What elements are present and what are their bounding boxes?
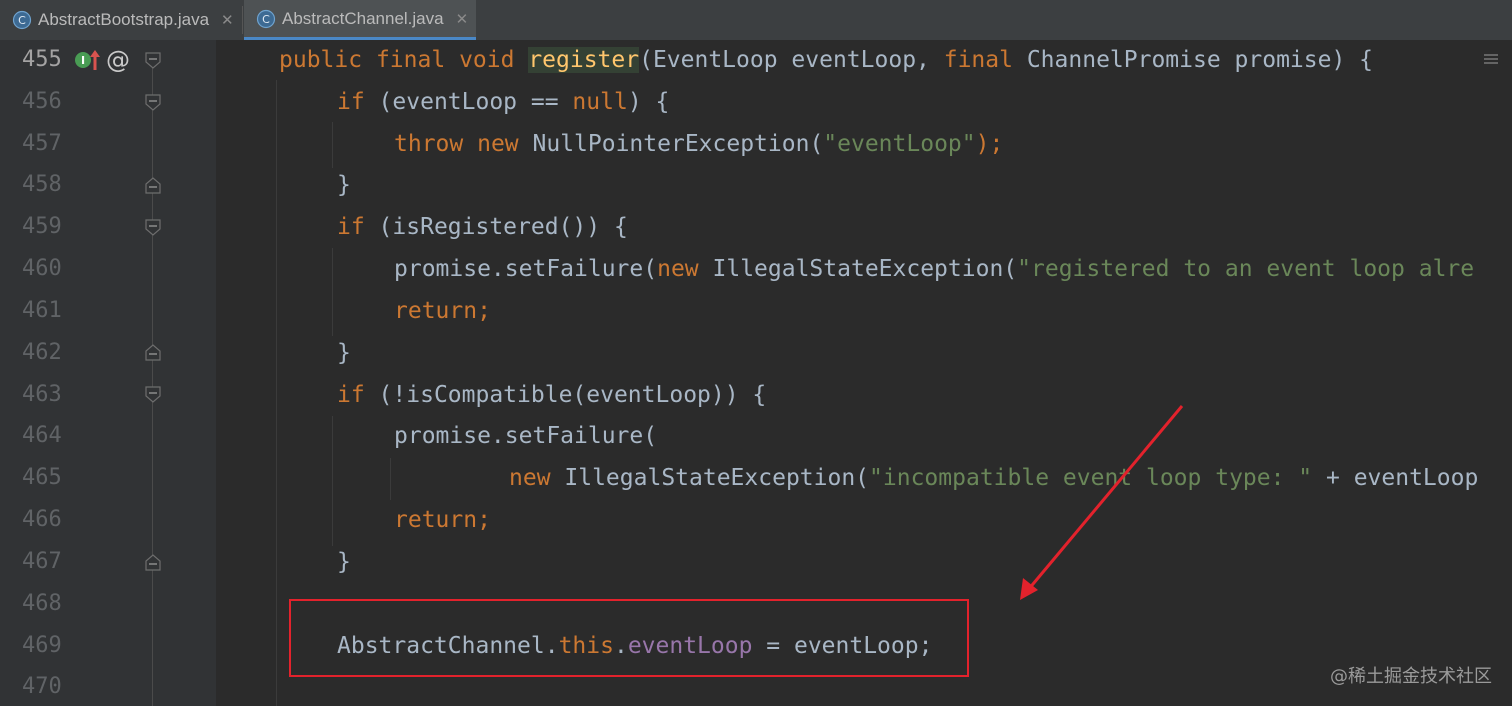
tab-label: AbstractBootstrap.java xyxy=(38,10,210,29)
line-number: 470 xyxy=(22,674,62,699)
code-line-457[interactable]: throw new NullPointerException("eventLoo… xyxy=(394,126,1003,162)
close-icon[interactable]: ✕ xyxy=(221,11,234,29)
svg-text:I: I xyxy=(81,54,85,67)
line-number: 457 xyxy=(22,131,62,156)
fold-close-icon[interactable] xyxy=(145,553,161,571)
svg-text:C: C xyxy=(262,13,270,26)
java-class-icon: C xyxy=(256,9,276,29)
highlight-box xyxy=(289,599,969,677)
close-icon[interactable]: ✕ xyxy=(456,10,469,28)
annotation-at-icon[interactable]: @ xyxy=(106,46,130,74)
code-line-464[interactable]: promise.setFailure( xyxy=(394,418,657,454)
up-arrow-icon[interactable] xyxy=(89,47,101,73)
indent-guide xyxy=(332,122,333,168)
line-number: 460 xyxy=(22,256,62,281)
tab-abstract-channel[interactable]: C AbstractChannel.java ✕ xyxy=(244,0,476,40)
line-number: 455 xyxy=(22,47,62,72)
code-line-463[interactable]: if (!isCompatible(eventLoop)) { xyxy=(337,377,766,413)
code-line-461[interactable]: return; xyxy=(394,293,491,329)
line-number: 465 xyxy=(22,465,62,490)
code-line-465[interactable]: new IllegalStateException("incompatible … xyxy=(509,460,1478,496)
fold-open-icon[interactable] xyxy=(145,52,161,69)
line-number: 468 xyxy=(22,591,62,616)
line-number: 464 xyxy=(22,423,62,448)
code-line-456[interactable]: if (eventLoop == null) { xyxy=(337,84,669,120)
fold-close-icon[interactable] xyxy=(145,343,161,361)
indent-guide xyxy=(276,80,277,706)
watermark: @稀土掘金技术社区 xyxy=(1330,666,1492,687)
line-number: 463 xyxy=(22,382,62,407)
code-line-460[interactable]: promise.setFailure(new IllegalStateExcep… xyxy=(394,251,1474,287)
code-line-459[interactable]: if (isRegistered()) { xyxy=(337,209,628,245)
code-line-467[interactable]: } xyxy=(337,544,351,580)
code-line-455[interactable]: public final void register(EventLoop eve… xyxy=(279,42,1373,78)
fold-open-icon[interactable] xyxy=(145,386,161,403)
indent-guide xyxy=(332,416,333,546)
line-number: 456 xyxy=(22,89,62,114)
fold-close-icon[interactable] xyxy=(145,176,161,194)
line-number: 462 xyxy=(22,340,62,365)
tab-label: AbstractChannel.java xyxy=(282,8,444,28)
line-number: 469 xyxy=(22,633,62,658)
line-number: 459 xyxy=(22,214,62,239)
editor-tab-bar: C AbstractBootstrap.java ✕ C AbstractCha… xyxy=(0,0,1512,41)
java-class-icon: C xyxy=(12,10,32,30)
fold-open-icon[interactable] xyxy=(145,94,161,111)
line-number: 458 xyxy=(22,172,62,197)
code-line-466[interactable]: return; xyxy=(394,502,491,538)
indent-guide xyxy=(390,458,391,500)
structure-icon[interactable] xyxy=(1482,50,1500,73)
fold-open-icon[interactable] xyxy=(145,219,161,236)
code-line-462[interactable]: } xyxy=(337,335,351,371)
tab-divider xyxy=(242,6,243,34)
indent-guide xyxy=(332,248,333,336)
line-number: 467 xyxy=(22,549,62,574)
svg-text:C: C xyxy=(18,14,26,27)
code-line-458[interactable]: } xyxy=(337,167,351,203)
line-number: 466 xyxy=(22,507,62,532)
line-number: 461 xyxy=(22,298,62,323)
fold-guide-line xyxy=(152,60,153,706)
tab-abstract-bootstrap[interactable]: C AbstractBootstrap.java ✕ xyxy=(0,0,242,40)
